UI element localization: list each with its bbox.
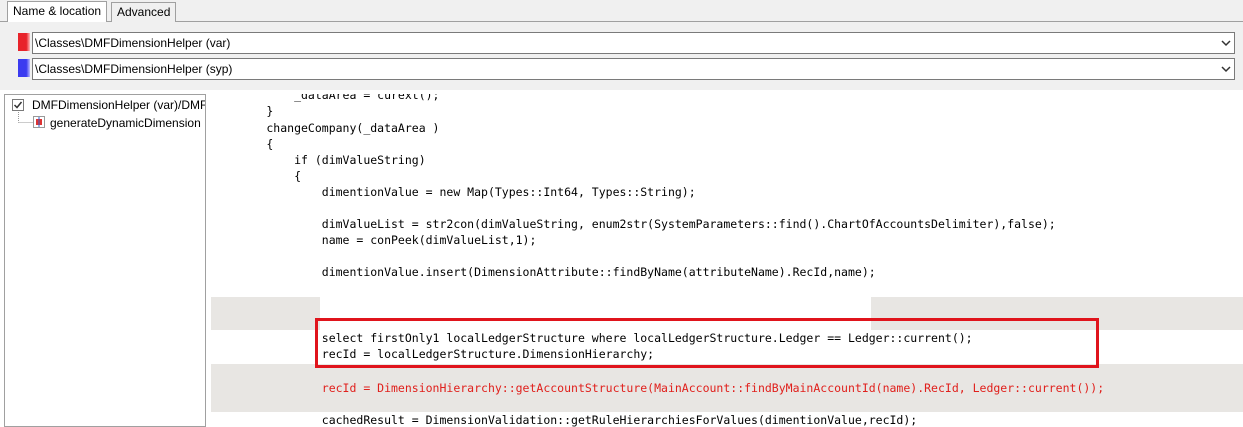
- code-line: cachedResult = DimensionValidation::getR…: [211, 413, 918, 427]
- first-version-value: \Classes\DMFDimensionHelper (var): [35, 36, 231, 50]
- name-location-panel: \Classes\DMFDimensionHelper (var) \Class…: [0, 22, 1243, 90]
- code-line: name = conPeek(dimValueList,1);: [211, 233, 537, 247]
- chevron-down-icon: [1221, 40, 1231, 47]
- code-line: changeCompany(_dataArea ): [211, 121, 440, 135]
- code-line: _dataArea = curext();: [211, 94, 440, 102]
- tree-root-label[interactable]: DMFDimensionHelper (var)/DMF: [32, 98, 205, 112]
- tree-child-label[interactable]: generateDynamicDimension: [50, 116, 201, 130]
- code-line: {: [211, 137, 274, 151]
- code-line: dimValueList = str2con(dimValueString, e…: [211, 217, 1056, 231]
- second-version-color-swatch: [18, 59, 30, 77]
- checkbox-icon[interactable]: [12, 99, 24, 111]
- tab-advanced[interactable]: Advanced: [111, 2, 177, 22]
- code-line: }: [211, 104, 274, 118]
- chevron-down-icon: [1221, 66, 1231, 73]
- code-editor[interactable]: _dataArea = curext(); } changeCompany(_d…: [211, 94, 1243, 427]
- first-version-dropdown[interactable]: \Classes\DMFDimensionHelper (var): [32, 32, 1235, 54]
- compare-tree[interactable]: DMFDimensionHelper (var)/DMF generateDyn…: [4, 94, 206, 427]
- diff-highlight-left: [211, 297, 320, 330]
- code-line-changed: recId = DimensionHierarchy::getAccountSt…: [211, 381, 1105, 395]
- tab-name-location[interactable]: Name & location: [7, 1, 108, 22]
- code-line: dimentionValue.insert(DimensionAttribute…: [211, 265, 876, 279]
- method-icon: [33, 116, 45, 128]
- code-line: {: [211, 169, 302, 183]
- annotation-highlight-box: [315, 318, 1099, 368]
- tab-bar: Name & location Advanced: [0, 0, 1243, 22]
- second-version-dropdown[interactable]: \Classes\DMFDimensionHelper (syp): [32, 58, 1235, 80]
- code-line: if (dimValueString): [211, 153, 426, 167]
- first-version-color-swatch: [18, 33, 30, 51]
- code-line: dimentionValue = new Map(Types::Int64, T…: [211, 185, 696, 199]
- second-version-value: \Classes\DMFDimensionHelper (syp): [35, 62, 233, 76]
- tree-connector: [18, 112, 34, 123]
